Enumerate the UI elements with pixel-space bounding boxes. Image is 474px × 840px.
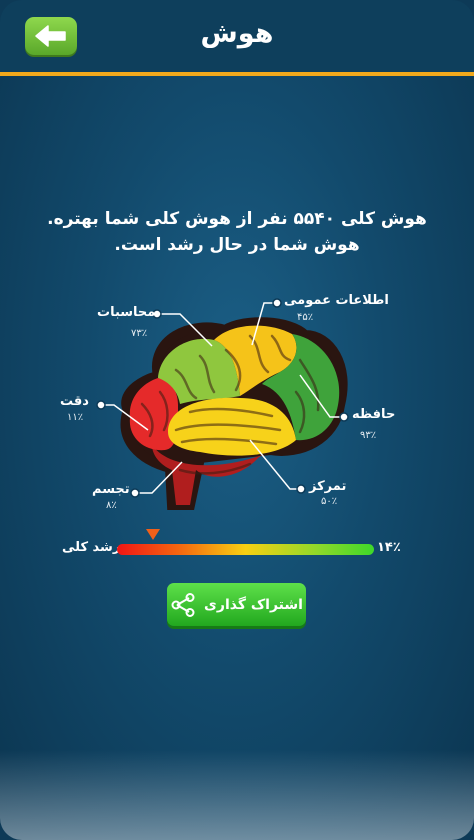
brain-chart: [96, 298, 349, 510]
growth-label: رشد کلی: [62, 540, 121, 555]
growth-marker: [145, 529, 160, 540]
label-visual: تجسم: [92, 482, 130, 497]
label-calc: محاسبات: [97, 305, 156, 320]
share-button[interactable]: اشتراک گذاری: [167, 583, 306, 626]
percent-focus: ۵۰٪: [321, 496, 338, 507]
label-general: اطلاعات عمومی: [284, 293, 389, 308]
bottom-fade: [0, 750, 474, 840]
growth-bar: [117, 544, 374, 555]
label-accuracy: دقت: [60, 394, 89, 409]
percent-calc: ۷۳٪: [131, 328, 148, 339]
percent-visual: ۸٪: [106, 500, 117, 511]
share-button-label: اشتراک گذاری: [204, 596, 303, 613]
growth-value: ۱۴٪: [377, 540, 401, 555]
percent-memory: ۹۳٪: [360, 430, 377, 441]
percent-accuracy: ۱۱٪: [67, 412, 84, 423]
label-focus: تمرکز: [309, 479, 347, 494]
percent-general: ۴۵٪: [297, 312, 314, 323]
share-icon: [171, 592, 195, 617]
label-memory: حافظه: [352, 407, 396, 422]
screen: هوش هوش کلی ۵۵۴۰ نفر از هوش کلی شما بهتر…: [0, 0, 474, 840]
